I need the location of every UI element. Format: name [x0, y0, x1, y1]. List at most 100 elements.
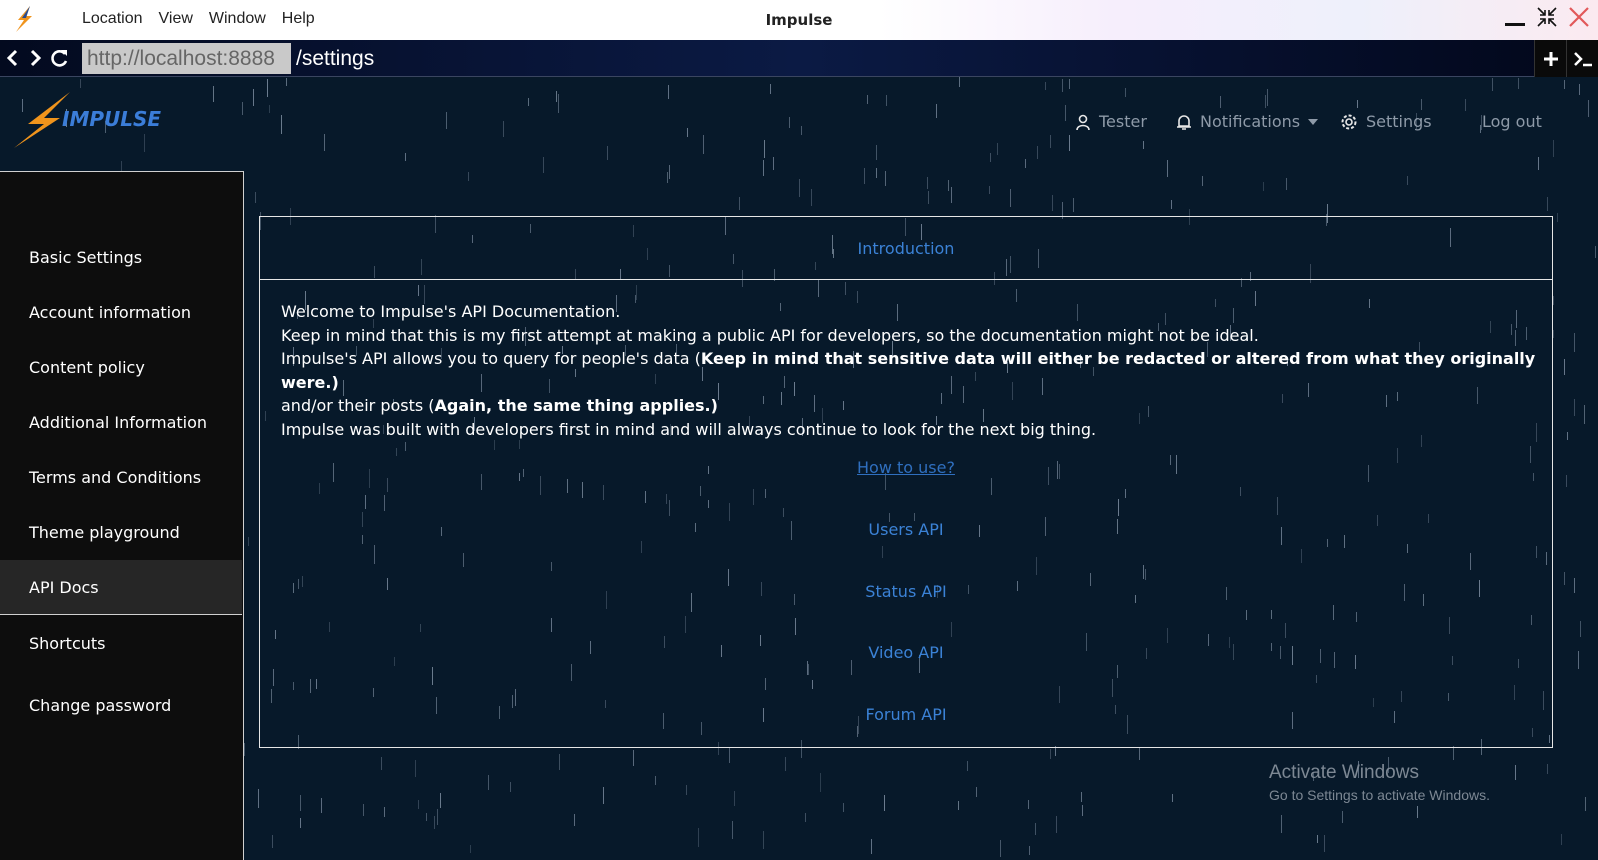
rain-drop [876, 168, 877, 178]
rain-drop [543, 157, 544, 173]
rain-drop [773, 157, 774, 170]
rain-drop [1035, 823, 1036, 835]
video-api-link-row: Video API [260, 643, 1552, 662]
logout-link[interactable]: Log out [1482, 112, 1542, 131]
caret-down-icon [1308, 118, 1319, 125]
rain-drop [80, 79, 81, 88]
rain-drop [426, 813, 427, 821]
settings-menu[interactable]: Settings [1340, 112, 1432, 131]
sidebar-item-theme-playground[interactable]: Theme playground [0, 505, 242, 560]
address-bar: http://localhost:8888 /settings [0, 40, 1598, 77]
rain-drop [1025, 159, 1026, 168]
api-docs-panel: Introduction Welcome to Impulse's API Do… [259, 216, 1553, 748]
forward-icon[interactable] [28, 48, 42, 68]
rain-drop [1069, 79, 1070, 89]
sidebar-item-content-policy[interactable]: Content policy [0, 340, 242, 395]
rain-drop [764, 140, 765, 158]
rain-drop [1595, 246, 1596, 258]
forum-api-link[interactable]: Forum API [865, 705, 946, 724]
close-icon[interactable] [1568, 6, 1590, 28]
rain-drop [363, 804, 364, 816]
restore-icon[interactable] [1536, 6, 1558, 28]
rain-drop [763, 831, 764, 849]
status-api-link[interactable]: Status API [865, 582, 946, 601]
rain-drop [300, 795, 301, 811]
reload-icon[interactable] [50, 48, 70, 68]
plus-icon [1543, 51, 1558, 66]
rain-drop [1453, 746, 1454, 760]
sidebar-item-api-docs[interactable]: API Docs [0, 560, 242, 615]
sidebar-item-additional-information[interactable]: Additional Information [0, 395, 242, 450]
rain-drop [1465, 99, 1466, 111]
rain-drop [1342, 811, 1343, 823]
rain-drop [763, 160, 764, 176]
rain-drop [785, 757, 786, 771]
rain-drop [997, 143, 998, 155]
intro-line-5: Impulse was built with developers first … [281, 419, 1097, 439]
rain-drop [1281, 815, 1282, 833]
rain-drop [1407, 176, 1408, 185]
rain-drop [267, 79, 268, 97]
rain-drop [990, 153, 991, 162]
tab-introduction[interactable]: Introduction [858, 239, 955, 258]
user-menu[interactable]: Tester [1075, 112, 1147, 131]
sidebar-item-basic-settings[interactable]: Basic Settings [0, 230, 242, 285]
rain-drop [770, 84, 771, 94]
rain-drop [1050, 135, 1051, 148]
notifications-label: Notifications [1200, 112, 1301, 131]
rain-drop [686, 785, 687, 795]
rain-drop [607, 146, 608, 160]
sidebar-item-change-password[interactable]: Change password [0, 678, 242, 733]
users-api-link-row: Users API [260, 520, 1552, 539]
rain-drop [871, 839, 872, 854]
window-controls [1504, 6, 1590, 28]
sidebar-item-account-information[interactable]: Account information [0, 285, 242, 340]
rain-drop [1585, 797, 1586, 811]
rain-drop [1357, 100, 1358, 108]
rain-drop [1557, 213, 1558, 222]
rain-drop [1000, 840, 1001, 857]
rain-drop [528, 98, 529, 106]
how-to-use-link[interactable]: How to use? [857, 458, 955, 477]
rain-drop [811, 189, 812, 206]
url-path[interactable]: /settings [296, 43, 374, 74]
rain-drop [1267, 89, 1268, 106]
rain-drop [1564, 572, 1565, 585]
notifications-menu[interactable]: Notifications [1176, 112, 1319, 131]
back-icon[interactable] [6, 48, 20, 68]
url-host[interactable]: http://localhost:8888 [82, 43, 291, 74]
logout-label: Log out [1482, 112, 1542, 131]
rain-drop [967, 761, 968, 771]
rain-drop [468, 172, 469, 181]
sidebar-item-shortcuts[interactable]: Shortcuts [0, 616, 242, 671]
rain-drop [556, 91, 557, 102]
address-actions [1534, 40, 1598, 77]
rain-drop [405, 153, 406, 161]
video-api-link[interactable]: Video API [868, 643, 943, 662]
rain-drop [1056, 816, 1057, 833]
rain-drop [884, 795, 885, 811]
user-icon [1076, 114, 1090, 130]
rain-drop [668, 85, 669, 99]
rain-drop [1518, 78, 1519, 89]
sidebar-item-terms-and-conditions[interactable]: Terms and Conditions [0, 450, 242, 505]
rain-drop [927, 177, 928, 189]
terminal-icon [1573, 51, 1592, 66]
top-nav: Tester Notifications Settings Log out [0, 112, 1598, 136]
rain-drop [1172, 794, 1173, 802]
rain-drop [258, 789, 259, 808]
rain-drop [272, 835, 273, 848]
new-tab-button[interactable] [1534, 40, 1566, 77]
rain-drop [633, 750, 634, 766]
minimize-icon[interactable] [1504, 6, 1526, 28]
rain-drop [381, 757, 382, 770]
rain-drop [799, 179, 800, 197]
rain-drop [255, 192, 256, 203]
intro-text: Welcome to Impulse's API Documentation. … [281, 300, 1541, 442]
console-button[interactable] [1566, 40, 1598, 77]
users-api-link[interactable]: Users API [868, 520, 943, 539]
rain-drop [989, 186, 990, 194]
rain-drop [1417, 806, 1418, 818]
rain-drop [1574, 399, 1575, 416]
rain-drop [488, 775, 489, 790]
